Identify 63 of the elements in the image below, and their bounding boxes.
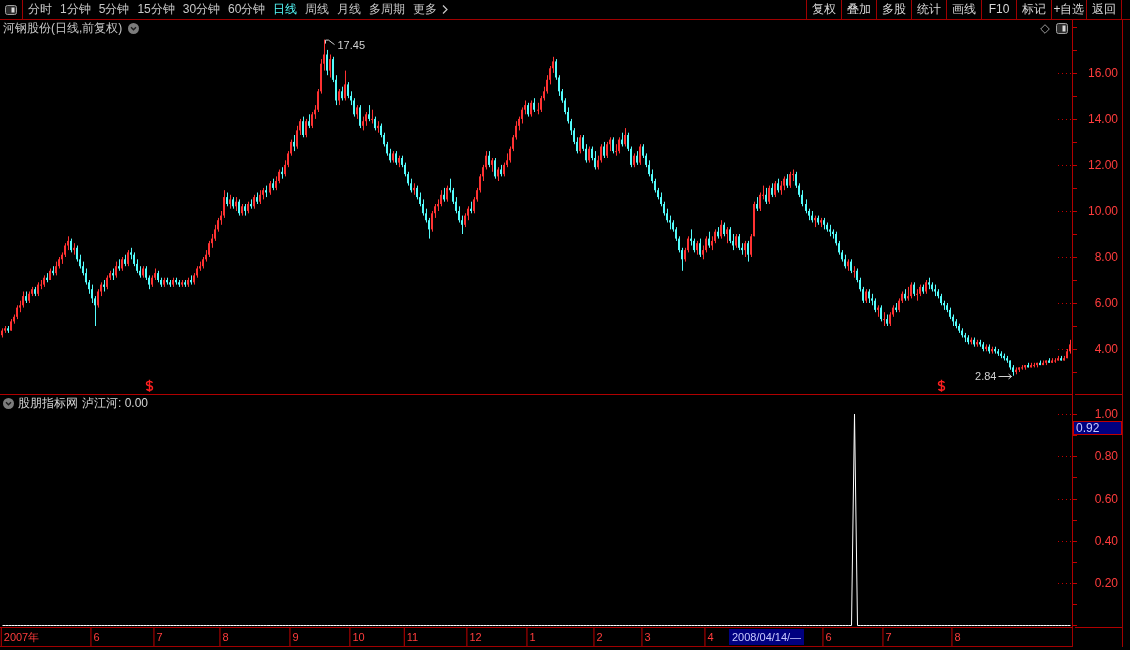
date-axis-label: 7 bbox=[153, 628, 163, 646]
chevron-down-icon[interactable] bbox=[128, 23, 140, 34]
axis-label: 16.00 bbox=[1087, 65, 1118, 80]
period-tab[interactable]: 周线 bbox=[305, 0, 330, 19]
chevron-down-icon[interactable] bbox=[3, 397, 14, 409]
axis-label: 0.20 bbox=[1094, 576, 1118, 591]
date-axis-label: 2 bbox=[593, 628, 603, 646]
chevron-right-icon bbox=[442, 5, 449, 14]
date-axis-label: 10 bbox=[349, 628, 365, 646]
panel-icon[interactable] bbox=[1056, 23, 1068, 34]
date-axis-label: 4 bbox=[704, 628, 714, 646]
period-tab[interactable]: 多周期 bbox=[369, 0, 406, 19]
cursor-value-label: 0.92 bbox=[1073, 421, 1122, 435]
date-axis-label: 6 bbox=[822, 628, 832, 646]
toolbar-button[interactable]: +自选 bbox=[1051, 0, 1086, 19]
more-button[interactable]: 更多 bbox=[413, 0, 449, 19]
diamond-icon[interactable] bbox=[1040, 23, 1050, 34]
period-tab[interactable]: 分时 bbox=[28, 0, 52, 19]
dollar-sign-icon bbox=[937, 379, 946, 393]
toolbar-button[interactable]: 标记 bbox=[1016, 0, 1051, 19]
axis-label: 12.00 bbox=[1087, 157, 1118, 172]
period-tab[interactable]: 15分钟 bbox=[137, 0, 175, 19]
date-axis-label: 8 bbox=[951, 628, 961, 646]
toolbar-button[interactable]: 返回 bbox=[1086, 0, 1122, 19]
toolbar-button[interactable]: 画线 bbox=[946, 0, 981, 19]
indicator-reading: 泸江河: 0.00 bbox=[82, 394, 149, 412]
date-axis-label: 6 bbox=[90, 628, 100, 646]
date-axis-label: 9 bbox=[289, 628, 299, 646]
date-axis-label: 12 bbox=[466, 628, 482, 646]
period-tab[interactable]: 日线 bbox=[273, 0, 298, 19]
period-tab[interactable]: 月线 bbox=[337, 0, 362, 19]
axis-label: 6.00 bbox=[1094, 296, 1118, 310]
axis-label: 0.80 bbox=[1094, 449, 1118, 464]
low-price-label: 2.84 bbox=[975, 369, 997, 382]
toolbar-button[interactable]: 多股 bbox=[876, 0, 911, 19]
toolbar-button[interactable]: 统计 bbox=[911, 0, 946, 19]
panel-icon bbox=[5, 4, 17, 15]
toolbar-button[interactable]: 复权 bbox=[806, 0, 841, 19]
date-axis-label: 7 bbox=[882, 628, 892, 646]
axis-label: 0.40 bbox=[1094, 533, 1118, 548]
axis-label: 4.00 bbox=[1094, 342, 1118, 356]
axis-label: 14.00 bbox=[1087, 111, 1118, 126]
high-price-label: 17.45 bbox=[337, 38, 366, 51]
period-tab[interactable]: 30分钟 bbox=[182, 0, 221, 19]
date-axis-label: 8 bbox=[219, 628, 229, 646]
axis-label: 0.60 bbox=[1094, 491, 1118, 506]
arrow-icon bbox=[998, 373, 1012, 380]
axis-label: 10.00 bbox=[1087, 204, 1118, 218]
period-tab[interactable]: 1分钟 bbox=[60, 0, 91, 19]
dollar-sign-icon bbox=[145, 379, 154, 393]
stock-title: 河钢股份(日线,前复权) bbox=[3, 20, 123, 37]
date-axis-label: 1 bbox=[526, 628, 536, 646]
toolbar-button[interactable]: F10 bbox=[981, 0, 1016, 19]
date-axis-label: 3 bbox=[641, 628, 651, 646]
date-axis-label: 2007年 bbox=[0, 628, 40, 646]
indicator-name: 股朋指标网 bbox=[18, 394, 78, 412]
cursor-date-label: 2008/04/14/— bbox=[729, 629, 805, 645]
period-tab[interactable]: 5分钟 bbox=[98, 0, 130, 19]
date-axis-label: 11 bbox=[403, 628, 419, 646]
toolbar-button[interactable]: 叠加 bbox=[841, 0, 876, 19]
period-tab[interactable]: 60分钟 bbox=[228, 0, 266, 19]
axis-label: 1.00 bbox=[1094, 407, 1118, 421]
axis-label: 8.00 bbox=[1094, 250, 1118, 264]
